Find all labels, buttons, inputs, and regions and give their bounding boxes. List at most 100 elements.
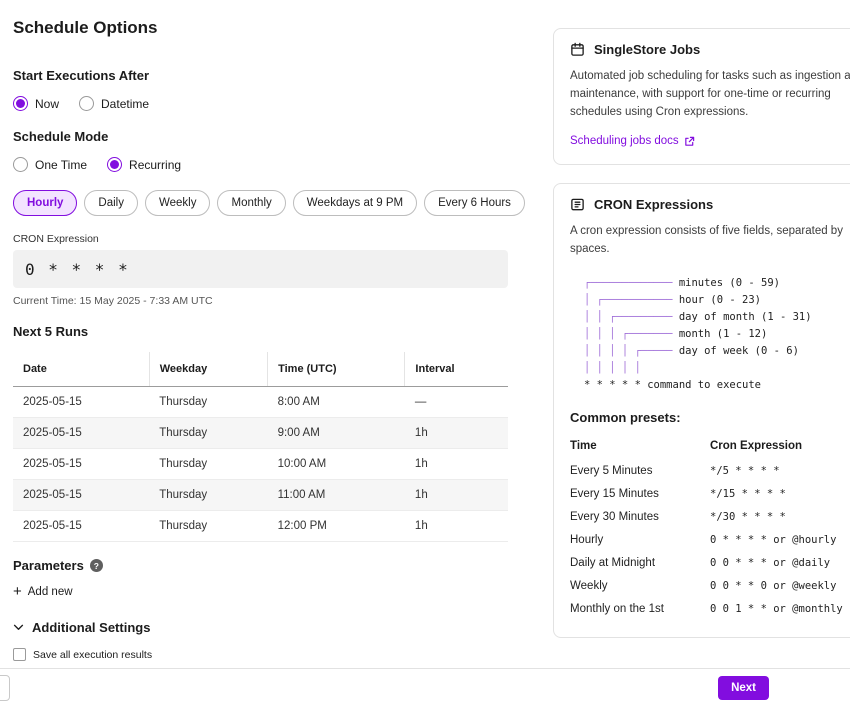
column-header-interval: Interval: [405, 352, 508, 387]
preset-pill-weekdays-9pm[interactable]: Weekdays at 9 PM: [293, 190, 417, 216]
preset-pill-hourly[interactable]: Hourly: [13, 190, 77, 216]
preset-time: Monthly on the 1st: [570, 599, 710, 622]
presets-column-time: Time: [570, 437, 710, 461]
cell-weekday: Thursday: [149, 480, 267, 511]
parameters-heading: Parameters: [13, 558, 84, 573]
start-executions-radio-group: Now Datetime: [13, 96, 508, 111]
schedule-mode-radio-group: One Time Recurring: [13, 157, 508, 172]
radio-recurring[interactable]: Recurring: [107, 157, 181, 172]
preset-pill-every-6-hours[interactable]: Every 6 Hours: [424, 190, 525, 216]
list-item: Weekly 0 0 * * 0 or @weekly: [570, 576, 850, 599]
presets-header-row: Time Cron Expression: [570, 437, 850, 461]
common-presets-heading: Common presets:: [570, 410, 850, 425]
current-time-text: Current Time: 15 May 2025 - 7:33 AM UTC: [13, 295, 508, 307]
preset-pill-daily[interactable]: Daily: [84, 190, 138, 216]
list-item: Hourly 0 * * * * or @hourly: [570, 530, 850, 553]
radio-datetime[interactable]: Datetime: [79, 96, 149, 111]
partially-visible-button[interactable]: [0, 675, 10, 701]
radio-now-icon: [13, 96, 28, 111]
cell-time: 8:00 AM: [268, 387, 405, 418]
preset-expression: 0 * * * * or @hourly: [710, 530, 850, 553]
column-header-time: Time (UTC): [268, 352, 405, 387]
radio-recurring-label: Recurring: [129, 158, 181, 172]
schedule-options-page: Schedule Options Start Executions After …: [0, 0, 850, 701]
cell-weekday: Thursday: [149, 418, 267, 449]
checkbox-save-results-label: Save all execution results: [33, 649, 152, 661]
preset-time: Every 30 Minutes: [570, 507, 710, 530]
next-runs-header-row: Date Weekday Time (UTC) Interval: [13, 352, 508, 387]
preset-expression: 0 0 * * 0 or @weekly: [710, 576, 850, 599]
preset-expression: 0 0 * * * or @daily: [710, 553, 850, 576]
radio-datetime-label: Datetime: [101, 97, 149, 111]
preset-time: Every 15 Minutes: [570, 484, 710, 507]
preset-expression: */15 * * * *: [710, 484, 850, 507]
preset-expression: */30 * * * *: [710, 507, 850, 530]
cron-diagram-labels: minutes (0 - 59) hour (0 - 23) day of mo…: [584, 275, 850, 394]
footer-bar: Next: [0, 668, 850, 701]
preset-time: Every 5 Minutes: [570, 461, 710, 484]
list-item: Monthly on the 1st 0 0 1 * * or @monthly: [570, 599, 850, 622]
radio-one-time[interactable]: One Time: [13, 157, 87, 172]
start-executions-heading: Start Executions After: [13, 68, 508, 83]
cell-interval: 1h: [405, 511, 508, 542]
cell-weekday: Thursday: [149, 449, 267, 480]
column-header-weekday: Weekday: [149, 352, 267, 387]
table-row: 2025-05-15 Thursday 8:00 AM —: [13, 387, 508, 418]
preset-expression: */5 * * * *: [710, 461, 850, 484]
cell-interval: 1h: [405, 480, 508, 511]
additional-settings-toggle[interactable]: Additional Settings: [13, 620, 508, 635]
cell-time: 10:00 AM: [268, 449, 405, 480]
scheduling-docs-link[interactable]: Scheduling jobs docs: [570, 135, 695, 147]
cell-date: 2025-05-15: [13, 418, 149, 449]
chevron-down-icon: [13, 624, 24, 631]
cell-date: 2025-05-15: [13, 387, 149, 418]
cell-interval: 1h: [405, 449, 508, 480]
next-button[interactable]: Next: [718, 676, 769, 700]
list-item: Every 30 Minutes */30 * * * *: [570, 507, 850, 530]
add-new-label: Add new: [28, 586, 73, 598]
scheduling-docs-link-label: Scheduling jobs docs: [570, 135, 679, 147]
singlestore-jobs-card: SingleStore Jobs Automated job schedulin…: [553, 28, 850, 165]
radio-one-time-label: One Time: [35, 158, 87, 172]
radio-now-label: Now: [35, 97, 59, 111]
column-header-date: Date: [13, 352, 149, 387]
presets-column-expression: Cron Expression: [710, 437, 850, 461]
cron-presets-table: Time Cron Expression Every 5 Minutes */5…: [570, 437, 850, 622]
cell-time: 9:00 AM: [268, 418, 405, 449]
external-link-icon: [684, 136, 695, 147]
right-column: SingleStore Jobs Automated job schedulin…: [553, 28, 850, 638]
jobs-card-description: Automated job scheduling for tasks such …: [570, 68, 850, 121]
list-item: Every 5 Minutes */5 * * * *: [570, 461, 850, 484]
schedule-mode-heading: Schedule Mode: [13, 129, 508, 144]
add-new-parameter-button[interactable]: + Add new: [13, 586, 73, 598]
cron-expression-label: CRON Expression: [13, 233, 508, 245]
table-row: 2025-05-15 Thursday 11:00 AM 1h: [13, 480, 508, 511]
left-column: Schedule Options Start Executions After …: [13, 18, 508, 692]
next-runs-table: Date Weekday Time (UTC) Interval 2025-05…: [13, 352, 508, 542]
preset-pill-monthly[interactable]: Monthly: [217, 190, 285, 216]
preset-pill-group: Hourly Daily Weekly Monthly Weekdays at …: [13, 190, 508, 216]
cron-card-description: A cron expression consists of five field…: [570, 223, 850, 259]
radio-recurring-icon: [107, 157, 122, 172]
cell-time: 12:00 PM: [268, 511, 405, 542]
cell-interval: —: [405, 387, 508, 418]
cron-card-header: CRON Expressions: [570, 197, 850, 212]
help-icon[interactable]: ?: [90, 559, 103, 572]
jobs-card-header: SingleStore Jobs: [570, 42, 850, 57]
cron-card-title: CRON Expressions: [594, 197, 713, 212]
radio-one-time-icon: [13, 157, 28, 172]
cell-date: 2025-05-15: [13, 449, 149, 480]
parameters-heading-row: Parameters ?: [13, 558, 508, 573]
cron-expressions-card: CRON Expressions A cron expression consi…: [553, 183, 850, 638]
preset-time: Daily at Midnight: [570, 553, 710, 576]
checkbox-save-results[interactable]: Save all execution results: [13, 648, 508, 661]
plus-icon: +: [13, 587, 22, 597]
radio-now[interactable]: Now: [13, 96, 59, 111]
cell-interval: 1h: [405, 418, 508, 449]
preset-time: Hourly: [570, 530, 710, 553]
cron-fields-diagram: ┌───────────── │ ┌─────────── │ │ ┌─────…: [570, 269, 850, 406]
preset-pill-weekly[interactable]: Weekly: [145, 190, 211, 216]
cron-expression-input[interactable]: 0 * * * *: [13, 250, 508, 288]
cell-weekday: Thursday: [149, 387, 267, 418]
preset-expression: 0 0 1 * * or @monthly: [710, 599, 850, 622]
